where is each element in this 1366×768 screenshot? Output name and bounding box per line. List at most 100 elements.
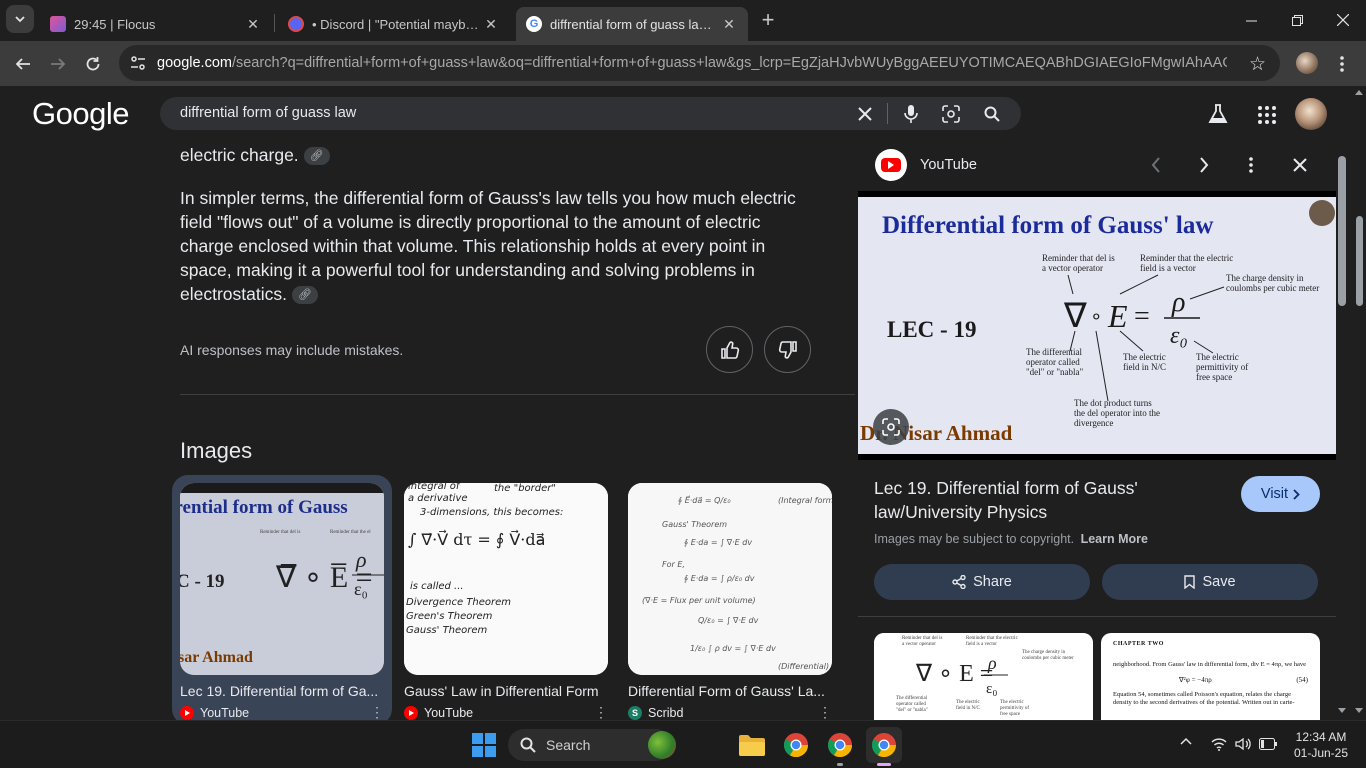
source-header[interactable]: YouTube (875, 149, 977, 181)
save-button[interactable]: Save (1102, 564, 1318, 600)
svg-text:E: E (1107, 298, 1128, 334)
link-icon[interactable]: 🔗︎ (303, 147, 330, 166)
tab-discord[interactable]: • Discord | "Potential maybe?" | ✕ (278, 7, 510, 41)
labs-flask-icon[interactable] (1208, 104, 1228, 124)
scroll-down-arrow[interactable] (1355, 708, 1363, 713)
new-tab-button[interactable]: + (753, 5, 783, 35)
share-button[interactable]: Share (874, 564, 1090, 600)
back-button[interactable] (8, 49, 38, 79)
profile-avatar[interactable] (1296, 52, 1318, 74)
svg-text:free space: free space (1000, 712, 1021, 717)
close-panel-button[interactable] (1287, 152, 1313, 178)
bookmark-icon (1184, 575, 1196, 589)
browser-menu-button[interactable] (1327, 49, 1357, 79)
chrome-button[interactable] (778, 727, 814, 763)
svg-text:erential form of Gauss: erential form of Gauss (180, 497, 348, 518)
chrome-active-button[interactable] (866, 727, 902, 766)
windows-logo-icon (472, 733, 496, 757)
volume-icon[interactable] (1235, 737, 1251, 751)
url-text: google.com/search?q=diffrential+form+of+… (157, 55, 1227, 71)
panel-scrollbar[interactable] (1338, 156, 1346, 306)
panel-more-options-button[interactable] (1238, 152, 1264, 178)
scroll-thumb[interactable] (1356, 216, 1363, 306)
restore-button[interactable] (1274, 0, 1320, 40)
close-tab-icon[interactable]: ✕ (720, 16, 738, 33)
battery-icon[interactable] (1259, 738, 1277, 750)
scroll-up-arrow[interactable] (1355, 90, 1363, 95)
search-box[interactable]: diffrential form of guass law (160, 97, 1021, 130)
site-info-icon[interactable] (129, 54, 147, 72)
image-thumbnail[interactable]: ∮ E⃗·da⃗ = Q/ε₀ (Integral form) Gauss' Th… (628, 483, 832, 675)
related-equation: ∇²φ = −4πρ (1179, 676, 1212, 684)
tab-google-search[interactable]: G diffrential form of guass law - G ✕ (516, 7, 748, 41)
svg-text:coulombs per cubic meter: coulombs per cubic meter (1022, 656, 1074, 661)
youtube-icon (180, 705, 194, 720)
related-image[interactable]: CHAPTER TWO neighborhood. From Gauss' la… (1101, 633, 1320, 720)
close-tab-icon[interactable]: ✕ (482, 16, 500, 33)
address-bar[interactable]: google.com/search?q=diffrential+form+of+… (119, 45, 1280, 81)
svg-text:Divergence Theorem: Divergence Theorem (406, 597, 511, 608)
more-options-icon[interactable]: ⋮ (370, 704, 384, 720)
prev-image-button[interactable] (1143, 152, 1169, 178)
more-options-icon[interactable]: ⋮ (818, 704, 832, 720)
reload-button[interactable] (78, 49, 108, 79)
forward-button[interactable] (43, 49, 73, 79)
microphone-icon[interactable] (899, 102, 923, 126)
chevron-down-icon (15, 16, 25, 23)
next-image-button[interactable] (1191, 152, 1217, 178)
image-result-card[interactable]: erential form of Gauss C - 19 ∇̅ ∘ E̅ = … (180, 483, 384, 720)
image-result-card[interactable]: integral of the "border" a derivative 3-d… (404, 483, 608, 720)
wifi-icon[interactable] (1211, 737, 1227, 751)
thumbs-down-button[interactable] (764, 326, 811, 373)
image-title[interactable]: Lec 19. Differential form of Ga... (180, 683, 380, 699)
svg-text:C - 19: C - 19 (180, 571, 225, 592)
page-scrollbar[interactable] (1353, 86, 1366, 720)
link-icon[interactable]: 🔗︎ (291, 286, 318, 305)
panel-scroll-down-arrow[interactable] (1338, 708, 1346, 713)
related-image[interactable]: Reminder that del is a vector operator Re… (874, 633, 1093, 720)
tab-search-button[interactable] (6, 5, 34, 33)
preview-title[interactable]: Lec 19. Differential form of Gauss' law/… (874, 476, 1174, 524)
start-button[interactable] (466, 727, 502, 763)
search-icon[interactable] (980, 102, 1004, 126)
lens-camera-icon[interactable] (939, 102, 963, 126)
show-hidden-icons-button[interactable] (1180, 737, 1192, 745)
chrome-profile-button[interactable] (822, 727, 858, 766)
svg-text:Reminder that the electric: Reminder that the electric (966, 636, 1019, 641)
close-tab-icon[interactable]: ✕ (244, 16, 262, 33)
svg-text:field in N/C: field in N/C (956, 706, 981, 711)
search-input[interactable]: diffrential form of guass law (180, 105, 356, 121)
thumbs-up-button[interactable] (706, 326, 753, 373)
clear-search-icon[interactable] (853, 102, 877, 126)
taskbar-search[interactable]: Search (508, 729, 676, 761)
bookmark-star-icon[interactable]: ☆ (1249, 53, 1266, 76)
ai-disclaimer: AI responses may include mistakes. (180, 342, 404, 358)
svg-text:(∇·E = Flux per unit volume): (∇·E = Flux per unit volume) (642, 596, 756, 605)
svg-text:field in N/C: field in N/C (1123, 362, 1166, 372)
more-options-icon[interactable]: ⋮ (594, 704, 608, 720)
svg-text:The charge density in: The charge density in (1226, 273, 1304, 283)
preview-image[interactable]: Differential form of Gauss' law LEC - 19… (858, 191, 1336, 460)
image-title[interactable]: Differential Form of Gauss' La... (628, 683, 828, 699)
browser-toolbar: google.com/search?q=diffrential+form+of+… (0, 41, 1366, 86)
google-account-avatar[interactable] (1295, 98, 1327, 130)
google-apps-icon[interactable] (1258, 106, 1276, 124)
visit-button[interactable]: Visit (1241, 476, 1320, 512)
svg-text:ε₀: ε₀ (1170, 323, 1188, 349)
minimize-button[interactable] (1228, 0, 1274, 40)
learn-more-link[interactable]: Learn More (1081, 532, 1148, 546)
image-thumbnail[interactable]: erential form of Gauss C - 19 ∇̅ ∘ E̅ = … (180, 483, 384, 675)
image-title[interactable]: Gauss' Law in Differential Form (404, 683, 604, 699)
flocus-favicon-icon (50, 16, 66, 32)
clock[interactable]: 12:34 AM 01-Jun-25 (1286, 729, 1356, 761)
svg-text:"del" or "nabla": "del" or "nabla" (1026, 367, 1084, 377)
file-explorer-button[interactable] (734, 727, 770, 763)
close-window-button[interactable] (1320, 0, 1366, 40)
tab-flocus[interactable]: 29:45 | Flocus ✕ (40, 7, 272, 41)
lens-search-button[interactable] (873, 409, 909, 445)
parrot-widget-icon (648, 731, 676, 759)
svg-text:field is a vector: field is a vector (966, 642, 997, 647)
image-result-card[interactable]: ∮ E⃗·da⃗ = Q/ε₀ (Integral form) Gauss' Th… (628, 483, 832, 720)
image-thumbnail[interactable]: integral of the "border" a derivative 3-d… (404, 483, 608, 675)
google-logo[interactable]: Google (32, 96, 129, 132)
